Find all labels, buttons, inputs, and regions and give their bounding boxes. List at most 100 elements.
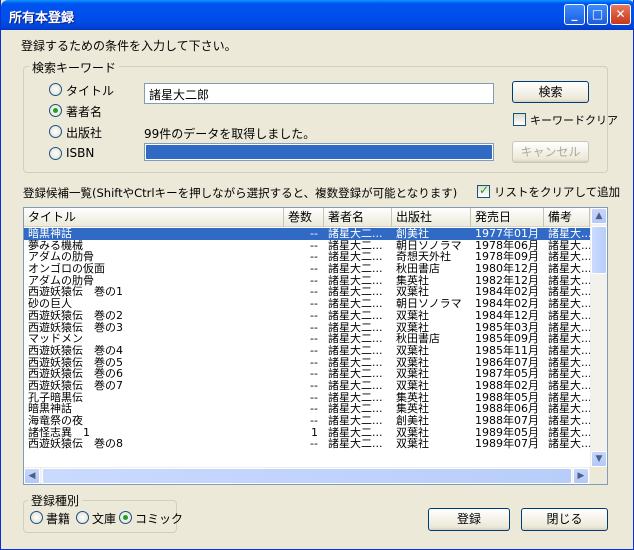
table-cell: 創美社 bbox=[396, 415, 429, 427]
type-option-radio-2[interactable] bbox=[119, 511, 132, 524]
table-row[interactable]: 夢みる機械 -- 諸星大二... 朝日ソノラマ 1978年06月 諸星大... bbox=[24, 240, 590, 252]
search-option-radio-1[interactable] bbox=[49, 104, 62, 117]
scroll-right-icon[interactable]: ▶ bbox=[573, 468, 589, 484]
search-option-label-2: 出版社 bbox=[66, 126, 103, 140]
table-cell: 西遊妖猿伝 巻の4 bbox=[28, 344, 123, 357]
clear-list-checkbox[interactable] bbox=[477, 183, 490, 198]
register-button[interactable]: 登録 bbox=[428, 508, 510, 531]
search-button[interactable]: 検索 bbox=[512, 81, 589, 103]
table-cell: オンゴロの仮面 bbox=[28, 263, 105, 275]
table-row[interactable]: 孔子暗黒伝 -- 諸星大二... 集英社 1988年05月 諸星大... bbox=[24, 392, 590, 404]
table-cell: 孔子暗黒伝 bbox=[28, 391, 83, 404]
table-row[interactable]: 暗黒神話 -- 諸星大二... 集英社 1988年06月 諸星大... bbox=[24, 403, 590, 415]
table-cell: 双葉社 bbox=[396, 321, 429, 334]
table-cell: 1989年07月 bbox=[475, 438, 539, 451]
register-type-legend: 登録種別 bbox=[28, 492, 83, 509]
search-option-radio-0[interactable] bbox=[49, 83, 62, 96]
table-cell: 諸星大... bbox=[548, 263, 590, 275]
search-option-radio-2[interactable] bbox=[49, 125, 62, 138]
table-row[interactable]: アダムの肋骨 -- 諸星大二... 集英社 1982年12月 諸星大... bbox=[24, 275, 590, 287]
list-header: タイトル 巻数 著者名 出版社 発売日 備考 bbox=[24, 208, 590, 227]
table-cell: -- bbox=[310, 438, 318, 451]
scroll-left-icon[interactable]: ◀ bbox=[24, 468, 40, 484]
table-cell: -- bbox=[310, 368, 318, 380]
table-cell: 諸星大... bbox=[548, 426, 590, 439]
scroll-up-icon[interactable]: ▲ bbox=[591, 208, 607, 224]
table-row[interactable]: 諸怪志異 1 1 諸星大二... 双葉社 1989年05月 諸星大... bbox=[24, 427, 590, 439]
table-cell: 諸星大二... bbox=[328, 251, 383, 264]
vertical-scrollbar[interactable]: ▲ ▼ bbox=[590, 208, 607, 467]
minimize-button[interactable]: _ bbox=[564, 4, 585, 25]
table-cell: 諸星大二... bbox=[328, 415, 383, 427]
table-row[interactable]: 西遊妖猿伝 巻の2 -- 諸星大二... 双葉社 1984年12月 諸星大... bbox=[24, 310, 590, 322]
type-option-label-2: コミック bbox=[135, 512, 184, 526]
cancel-button[interactable]: キャンセル bbox=[512, 141, 589, 163]
table-cell: 奇想天外社 bbox=[396, 251, 451, 264]
table-row[interactable]: 西遊妖猿伝 巻の4 -- 諸星大二... 双葉社 1985年11月 諸星大... bbox=[24, 345, 590, 357]
type-option-radio-0[interactable] bbox=[30, 511, 43, 524]
table-cell: 双葉社 bbox=[396, 309, 429, 322]
table-cell: 諸星大二... bbox=[328, 286, 383, 299]
table-cell: 諸星大... bbox=[548, 251, 590, 264]
search-option-radio-3[interactable] bbox=[49, 147, 62, 160]
table-cell: 諸星大... bbox=[548, 356, 590, 369]
column-header-4[interactable]: 発売日 bbox=[471, 208, 544, 227]
table-cell: 諸星大... bbox=[548, 391, 590, 404]
table-cell: 西遊妖猿伝 巻の5 bbox=[28, 356, 123, 369]
column-header-1[interactable]: 巻数 bbox=[284, 208, 324, 227]
instruction-text: 登録するための条件を入力して下さい。 bbox=[21, 39, 237, 53]
table-row[interactable]: 西遊妖猿伝 巻の3 -- 諸星大二... 双葉社 1985年03月 諸星大... bbox=[24, 322, 590, 334]
table-cell: 西遊妖猿伝 巻の2 bbox=[28, 309, 123, 322]
clear-list-label: リストをクリアして追加 bbox=[494, 185, 621, 199]
table-cell: 諸星大... bbox=[548, 415, 590, 427]
table-row[interactable]: 砂の巨人 -- 諸星大二... 朝日ソノラマ 1984年02月 諸星大... bbox=[24, 298, 590, 310]
keyword-input[interactable]: 諸星大二郎 bbox=[144, 83, 494, 104]
table-row[interactable]: アダムの肋骨 -- 諸星大二... 奇想天外社 1978年09月 諸星大... bbox=[24, 251, 590, 263]
candidate-list[interactable]: タイトル 巻数 著者名 出版社 発売日 備考 暗黒神話 -- 諸星大二... 創美社 1977年0… bbox=[23, 207, 608, 485]
table-row[interactable]: 暗黒神話 -- 諸星大二... 創美社 1977年01月 諸星大... bbox=[24, 228, 590, 240]
horizontal-scrollbar[interactable]: ◀ ▶ bbox=[24, 467, 590, 484]
table-cell: 1988年06月 bbox=[475, 403, 539, 415]
table-cell: 諸星大二... bbox=[328, 438, 383, 451]
table-cell: 双葉社 bbox=[396, 344, 429, 357]
table-cell: -- bbox=[310, 274, 318, 287]
table-cell: 1988年02月 bbox=[475, 379, 539, 392]
table-cell: 1978年06月 bbox=[475, 239, 539, 252]
progress-fill bbox=[146, 145, 492, 159]
table-row[interactable]: 西遊妖猿伝 巻の1 -- 諸星大二... 双葉社 1984年02月 諸星大... bbox=[24, 286, 590, 298]
list-rows[interactable]: 暗黒神話 -- 諸星大二... 創美社 1977年01月 諸星大... 夢みる機械 -- 諸星大… bbox=[24, 228, 590, 467]
table-cell: 創美社 bbox=[396, 228, 429, 240]
table-cell: -- bbox=[310, 333, 318, 345]
table-cell: -- bbox=[310, 228, 318, 240]
close-window-button[interactable]: ✕ bbox=[610, 4, 631, 25]
maximize-button[interactable]: □ bbox=[587, 4, 608, 25]
horizontal-scroll-thumb[interactable] bbox=[42, 468, 572, 484]
title-bar[interactable]: 所有本登録 _ □ ✕ bbox=[1, 0, 634, 30]
table-cell: 朝日ソノラマ bbox=[396, 298, 462, 310]
progress-bar bbox=[144, 143, 494, 161]
vertical-scroll-thumb[interactable] bbox=[591, 226, 607, 274]
table-row[interactable]: 西遊妖猿伝 巻の8 -- 諸星大二... 双葉社 1989年07月 諸星大... bbox=[24, 438, 590, 450]
column-header-5[interactable]: 備考 bbox=[544, 208, 590, 227]
table-cell: 諸星大二... bbox=[328, 321, 383, 334]
close-button[interactable]: 閉じる bbox=[521, 508, 608, 531]
table-row[interactable]: 西遊妖猿伝 巻の7 -- 諸星大二... 双葉社 1988年02月 諸星大... bbox=[24, 380, 590, 392]
type-option-radio-1[interactable] bbox=[76, 511, 89, 524]
scroll-down-icon[interactable]: ▼ bbox=[591, 451, 607, 467]
table-cell: -- bbox=[310, 321, 318, 334]
table-cell: 諸星大二... bbox=[328, 274, 383, 287]
table-cell: 諸星大二... bbox=[328, 368, 383, 380]
table-cell: 1989年05月 bbox=[475, 426, 539, 439]
column-header-0[interactable]: タイトル bbox=[24, 208, 284, 227]
keyword-clear-checkbox[interactable] bbox=[513, 113, 526, 126]
table-cell: 1988年05月 bbox=[475, 391, 539, 404]
table-row[interactable]: 西遊妖猿伝 巻の5 -- 諸星大二... 双葉社 1986年07月 諸星大... bbox=[24, 357, 590, 369]
table-row[interactable]: 西遊妖猿伝 巻の6 -- 諸星大二... 双葉社 1987年05月 諸星大... bbox=[24, 368, 590, 380]
table-row[interactable]: オンゴロの仮面 -- 諸星大二... 秋田書店 1980年12月 諸星大... bbox=[24, 263, 590, 275]
column-header-3[interactable]: 出版社 bbox=[392, 208, 471, 227]
table-cell: -- bbox=[310, 298, 318, 310]
column-header-2[interactable]: 著者名 bbox=[324, 208, 392, 227]
table-row[interactable]: 海竜祭の夜 -- 諸星大二... 創美社 1988年07月 諸星大... bbox=[24, 415, 590, 427]
table-row[interactable]: マッドメン -- 諸星大二... 秋田書店 1985年09月 諸星大... bbox=[24, 333, 590, 345]
table-cell: 諸怪志異 1 bbox=[28, 426, 90, 439]
